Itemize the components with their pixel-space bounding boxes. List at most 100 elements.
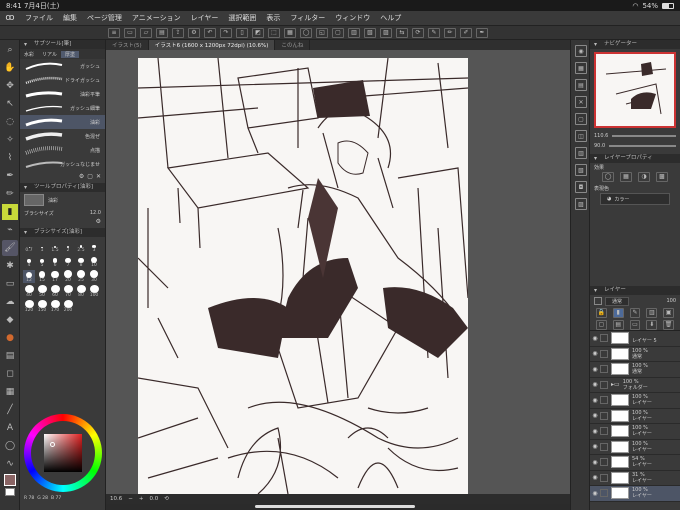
menu-edit[interactable]: 編集: [58, 13, 82, 23]
eraser-tool-icon[interactable]: ▭: [2, 276, 18, 292]
subtool-copy-icon[interactable]: ▢: [87, 173, 93, 181]
brush-item-gouache-blend[interactable]: ガッシュなじませ: [20, 157, 105, 171]
pen3-icon[interactable]: ✐: [460, 27, 472, 38]
effect-tone-icon[interactable]: ▦: [620, 172, 632, 182]
brush-size-cell[interactable]: 25: [75, 270, 87, 283]
brush-size-cell[interactable]: 17: [49, 270, 61, 283]
layer-row[interactable]: ◉ 100 % 通常: [590, 362, 680, 378]
new-raster-layer-icon[interactable]: ▢: [596, 319, 607, 330]
brush-item-dry-gouache[interactable]: ドライガッシュ: [20, 73, 105, 87]
pen-icon[interactable]: ✎: [428, 27, 440, 38]
transform-icon[interactable]: ◱: [316, 27, 328, 38]
eye-icon[interactable]: ◉: [590, 381, 600, 388]
balloon-tool-icon[interactable]: ◯: [2, 438, 18, 454]
layer-checkbox[interactable]: [600, 427, 608, 436]
layer-row[interactable]: ◉ 100 % レイヤー: [590, 440, 680, 455]
subtool-settings-icon[interactable]: ⚙: [79, 173, 84, 181]
layer-row[interactable]: ◉ 100 % レイヤー: [590, 486, 680, 502]
layer-row[interactable]: ◉ 100 % 通常: [590, 347, 680, 362]
effect-color-icon[interactable]: ◑: [638, 172, 650, 182]
brush-size-cell[interactable]: 170: [49, 300, 61, 313]
brush-size-cell[interactable]: 10: [88, 255, 100, 268]
layer-checkbox[interactable]: [600, 458, 608, 467]
tab-other[interactable]: このんね: [275, 40, 311, 50]
sub-color-swatch[interactable]: [5, 488, 15, 496]
brush-size-cell[interactable]: 2: [62, 240, 74, 253]
layer-row[interactable]: ◉ 100 % レイヤー: [590, 393, 680, 409]
brush-size-cell[interactable]: 3: [88, 240, 100, 253]
brush-size-cell[interactable]: 4: [23, 255, 35, 268]
layer-search-icon[interactable]: ▢: [575, 113, 587, 125]
effect-mask-icon[interactable]: ▩: [656, 172, 668, 182]
flip-icon[interactable]: ⇆: [396, 27, 408, 38]
menu-view[interactable]: 表示: [261, 13, 285, 23]
frame-tool-icon[interactable]: ▦: [2, 384, 18, 400]
save-icon[interactable]: ▤: [156, 27, 168, 38]
layer-checkbox[interactable]: [600, 411, 608, 420]
canvas-page[interactable]: [138, 58, 468, 494]
tab-illust-5[interactable]: イラスト(5): [106, 40, 149, 50]
layer-row[interactable]: ◉ レイヤー 5: [590, 331, 680, 347]
menu-filter[interactable]: フィルター: [285, 13, 330, 23]
menu-window[interactable]: ウィンドウ: [330, 13, 375, 23]
brush-size-value[interactable]: 12.0: [90, 210, 101, 216]
redo-icon[interactable]: ↷: [220, 27, 232, 38]
eye-icon[interactable]: ◉: [590, 397, 600, 404]
navigator-zoom[interactable]: 110.6: [594, 133, 608, 139]
delete-layer-icon[interactable]: 🗑: [663, 319, 674, 330]
lasso-icon[interactable]: ◯: [300, 27, 312, 38]
layer-row[interactable]: ◉ 54 % レイヤー: [590, 455, 680, 471]
brush-size-cell[interactable]: 30: [88, 270, 100, 283]
figure-tool-icon[interactable]: ◻: [2, 366, 18, 382]
subtool-group-thick[interactable]: 厚塗: [60, 50, 79, 58]
brush-size-cell[interactable]: 150: [36, 300, 48, 313]
menu-help[interactable]: ヘルプ: [375, 13, 406, 23]
eye-icon[interactable]: ◉: [590, 490, 600, 497]
menu-select[interactable]: 選択範囲: [223, 13, 261, 23]
subtool-group-real[interactable]: リアル: [38, 51, 61, 58]
fill-tool-icon[interactable]: ◆: [2, 312, 18, 328]
navigator-panel-icon[interactable]: ◉: [575, 45, 587, 57]
brush-size-cell[interactable]: 200: [62, 300, 74, 313]
grid-icon[interactable]: ▥: [348, 27, 360, 38]
decoration-tool-icon[interactable]: ✱: [2, 258, 18, 274]
layer-checkbox[interactable]: [600, 334, 608, 343]
layer-checkbox[interactable]: [600, 396, 608, 405]
brush-size-cell[interactable]: 120: [23, 300, 35, 313]
material-panel-icon[interactable]: ▦: [575, 62, 587, 74]
layer-merge-icon[interactable]: ⬇: [646, 319, 658, 330]
brush-size-cell[interactable]: 2.5: [75, 240, 87, 253]
color-square[interactable]: [44, 434, 82, 472]
layer-row[interactable]: ◉ 100 % レイヤー: [590, 409, 680, 424]
layer-draft-icon[interactable]: ✎: [629, 308, 641, 318]
history-panel-icon[interactable]: ▤: [575, 79, 587, 91]
new-icon[interactable]: ▭: [124, 27, 136, 38]
app-logo-icon[interactable]: ꝏ: [0, 13, 20, 23]
navigator-preview[interactable]: [594, 52, 676, 128]
brush-size-cell[interactable]: 40: [23, 285, 35, 298]
close-panel-icon[interactable]: ✕: [575, 96, 587, 108]
brush-item-gouache-fine[interactable]: ガッシュ細筆: [20, 101, 105, 115]
airbrush-tool-icon[interactable]: ⌁: [2, 222, 18, 238]
gradient-tool-icon[interactable]: ▤: [2, 348, 18, 364]
brush-size-cell[interactable]: 20: [62, 270, 74, 283]
deselect-icon[interactable]: ▦: [284, 27, 296, 38]
snap-icon[interactable]: ▧: [364, 27, 376, 38]
operation-tool-icon[interactable]: ↖: [2, 96, 18, 112]
layer-alpha-lock-icon[interactable]: ▥: [646, 308, 658, 318]
brush-size-cell[interactable]: 6: [49, 255, 61, 268]
menu-page[interactable]: ページ管理: [82, 13, 127, 23]
ruler-icon[interactable]: ▢: [332, 27, 344, 38]
canvas-area[interactable]: [106, 50, 570, 494]
menu-file[interactable]: ファイル: [20, 13, 58, 23]
brush-tool-icon[interactable]: 🖌: [2, 240, 18, 256]
zoom-tool-icon[interactable]: ⌕: [2, 42, 18, 58]
open-icon[interactable]: ▱: [140, 27, 152, 38]
layer-checkbox[interactable]: [600, 380, 608, 389]
magic-wand-tool-icon[interactable]: ✧: [2, 132, 18, 148]
subtool-delete-icon[interactable]: ✕: [96, 173, 101, 181]
pen4-icon[interactable]: ✒: [476, 27, 488, 38]
zoom-in-icon[interactable]: +: [139, 496, 144, 502]
camera-icon[interactable]: ◘: [575, 181, 587, 193]
eye-icon[interactable]: ◉: [590, 412, 600, 419]
